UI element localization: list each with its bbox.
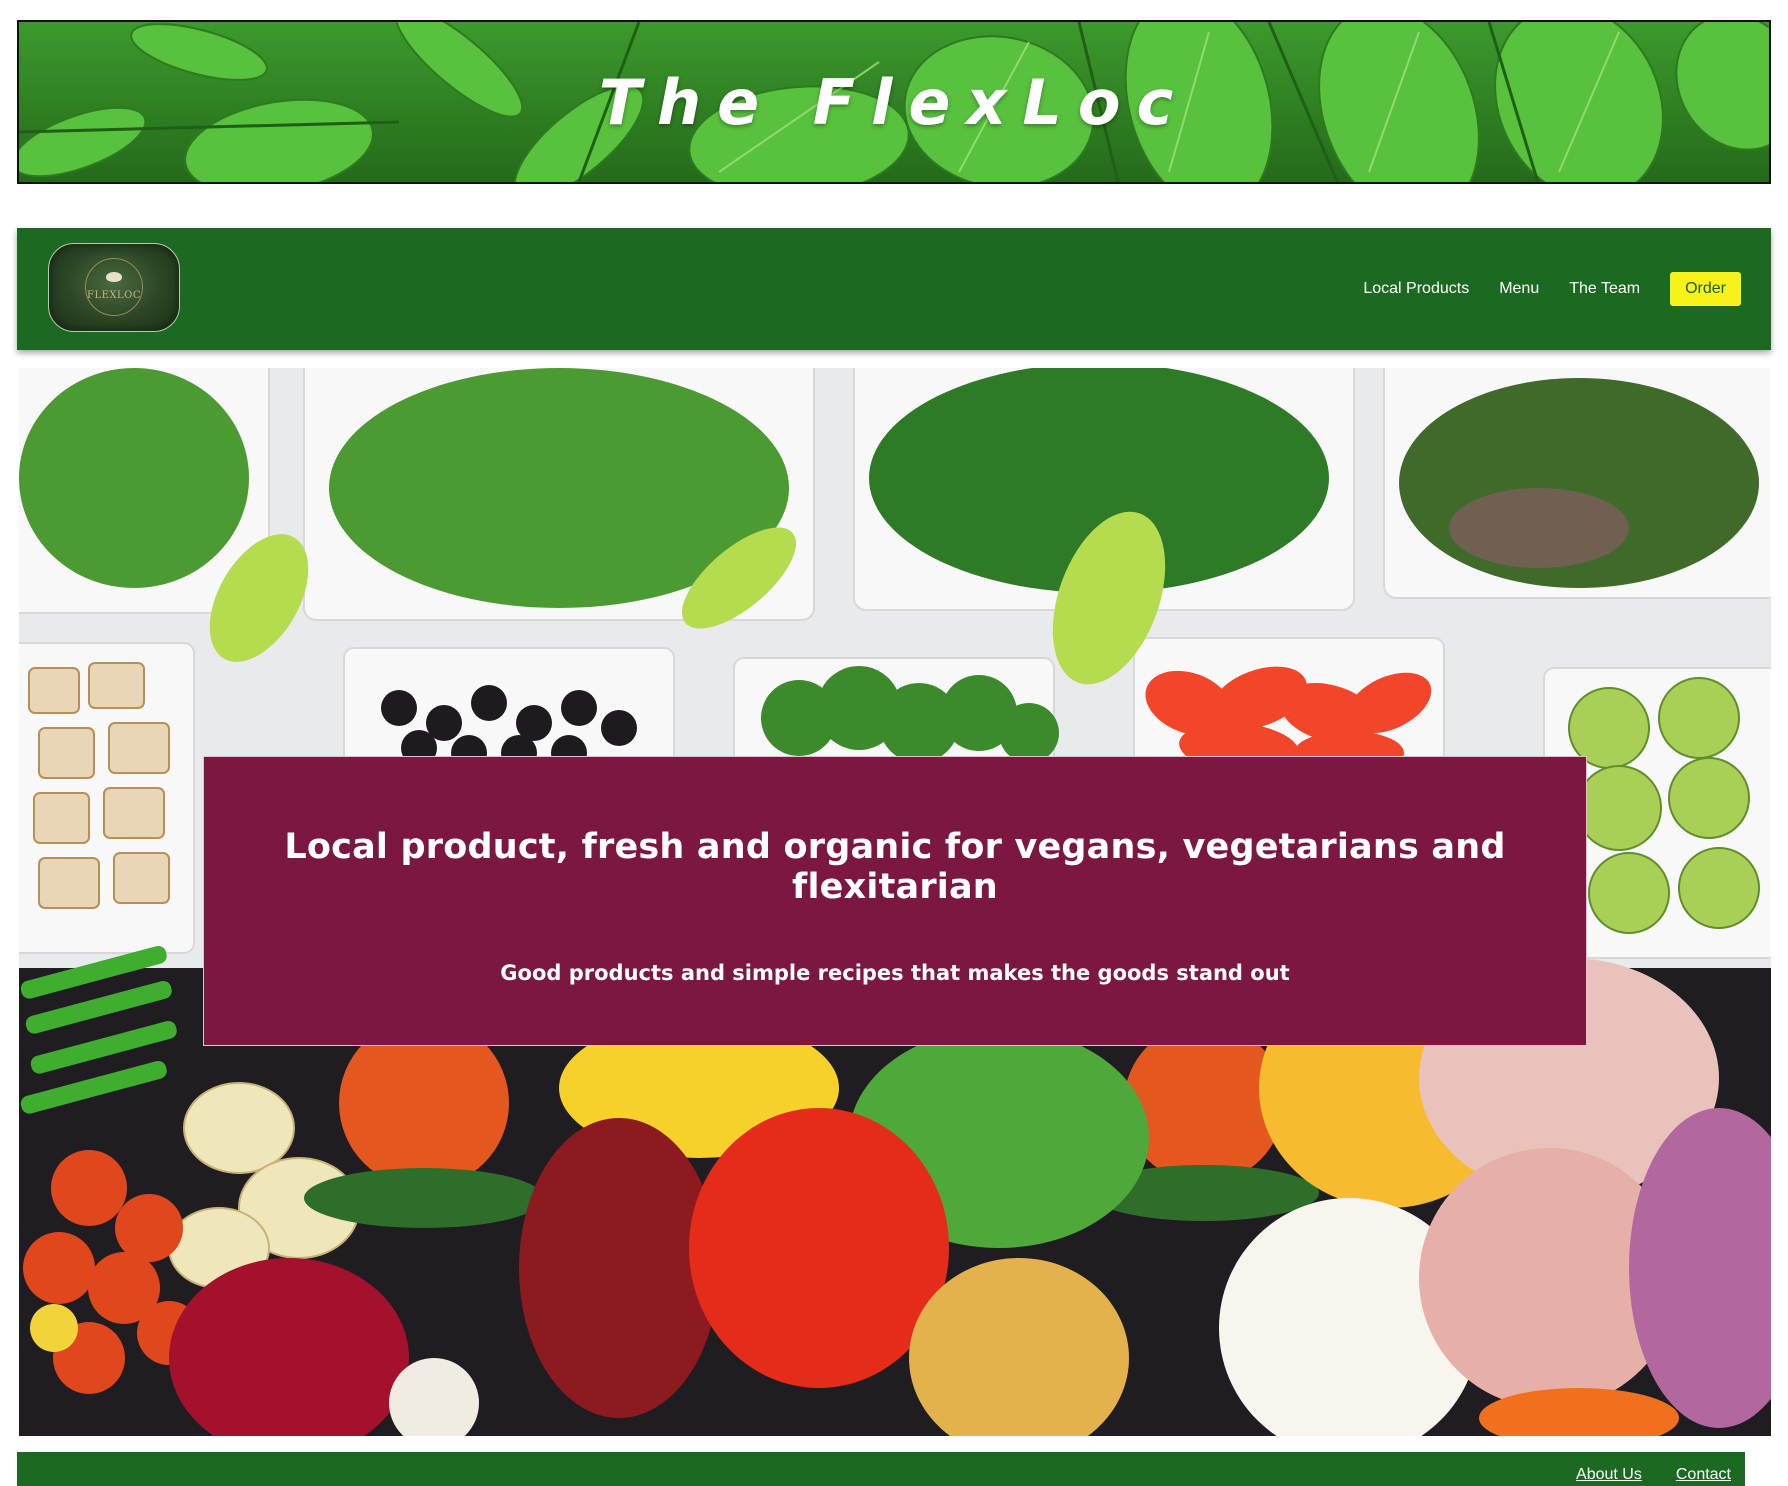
nav-link-menu[interactable]: Menu xyxy=(1499,280,1539,298)
page: The FlexLoc FLEXLOC Local Products Menu … xyxy=(0,0,1788,1486)
logo-circle xyxy=(85,258,143,316)
footer-link-contact[interactable]: Contact xyxy=(1676,1466,1731,1484)
nav-link-local-products[interactable]: Local Products xyxy=(1363,280,1469,298)
footer-link-about-us[interactable]: About Us xyxy=(1576,1466,1642,1484)
nav-link-the-team[interactable]: The Team xyxy=(1569,280,1640,298)
footer-links: About Us Contact xyxy=(1542,1466,1731,1484)
hero-section: Local product, fresh and organic for veg… xyxy=(19,368,1771,1436)
site-title: The FlexLoc xyxy=(598,66,1190,139)
logo[interactable]: FLEXLOC xyxy=(48,243,180,332)
order-button[interactable]: Order xyxy=(1670,272,1741,306)
hero-subheading: Good products and simple recipes that ma… xyxy=(500,961,1290,985)
leaf-banner: The FlexLoc xyxy=(17,20,1771,184)
nav-links: Local Products Menu The Team Order xyxy=(1333,272,1741,306)
navbar: FLEXLOC Local Products Menu The Team Ord… xyxy=(17,228,1771,350)
footer: About Us Contact xyxy=(17,1452,1745,1486)
hero-heading: Local product, fresh and organic for veg… xyxy=(284,827,1506,907)
logo-leaf-icon xyxy=(106,272,122,282)
logo-text: FLEXLOC xyxy=(87,290,141,301)
hero-banner: Local product, fresh and organic for veg… xyxy=(203,756,1587,1046)
